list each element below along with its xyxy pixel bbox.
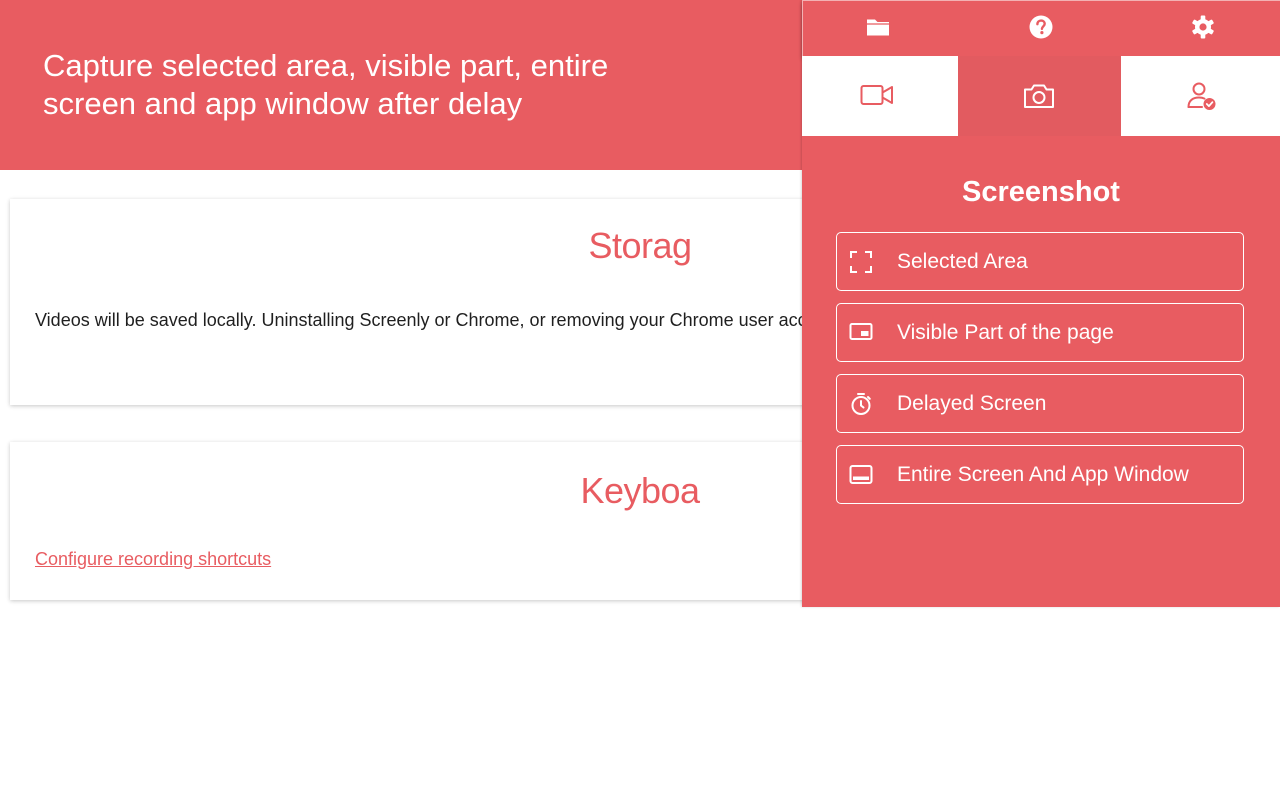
- mode-tabs: [802, 56, 1280, 136]
- tab-screenshot[interactable]: [958, 56, 1121, 136]
- entire-screen-button[interactable]: Entire Screen And App Window: [836, 445, 1244, 504]
- entire-screen-label: Entire Screen And App Window: [897, 463, 1189, 486]
- visible-part-button[interactable]: Visible Part of the page: [836, 303, 1244, 362]
- page: Capture selected area, visible part, ent…: [0, 0, 1280, 800]
- selected-area-label: Selected Area: [897, 250, 1028, 273]
- question-circle-icon[interactable]: [1028, 14, 1054, 40]
- banner-title: Capture selected area, visible part, ent…: [43, 48, 609, 121]
- configure-shortcuts-link[interactable]: Configure recording shortcuts: [35, 549, 271, 570]
- selection-corners-icon: [849, 250, 873, 274]
- user-check-icon: [1187, 82, 1216, 110]
- picture-in-picture-icon: [849, 321, 873, 345]
- popup-toolbar: [802, 0, 1280, 56]
- video-camera-icon: [860, 85, 893, 105]
- camera-icon: [1024, 84, 1054, 108]
- window-icon: [849, 463, 873, 487]
- tab-video[interactable]: [802, 56, 958, 136]
- tab-account[interactable]: [1121, 56, 1280, 136]
- folder-icon[interactable]: [865, 14, 891, 40]
- extension-popup: Screenshot Selected Area Visible Part of…: [802, 0, 1280, 607]
- stopwatch-icon: [849, 392, 873, 416]
- visible-part-label: Visible Part of the page: [897, 321, 1114, 344]
- selected-area-button[interactable]: Selected Area: [836, 232, 1244, 291]
- gear-icon[interactable]: [1190, 14, 1216, 40]
- popup-title: Screenshot: [962, 176, 1120, 208]
- delayed-screen-label: Delayed Screen: [897, 392, 1047, 415]
- delayed-screen-button[interactable]: Delayed Screen: [836, 374, 1244, 433]
